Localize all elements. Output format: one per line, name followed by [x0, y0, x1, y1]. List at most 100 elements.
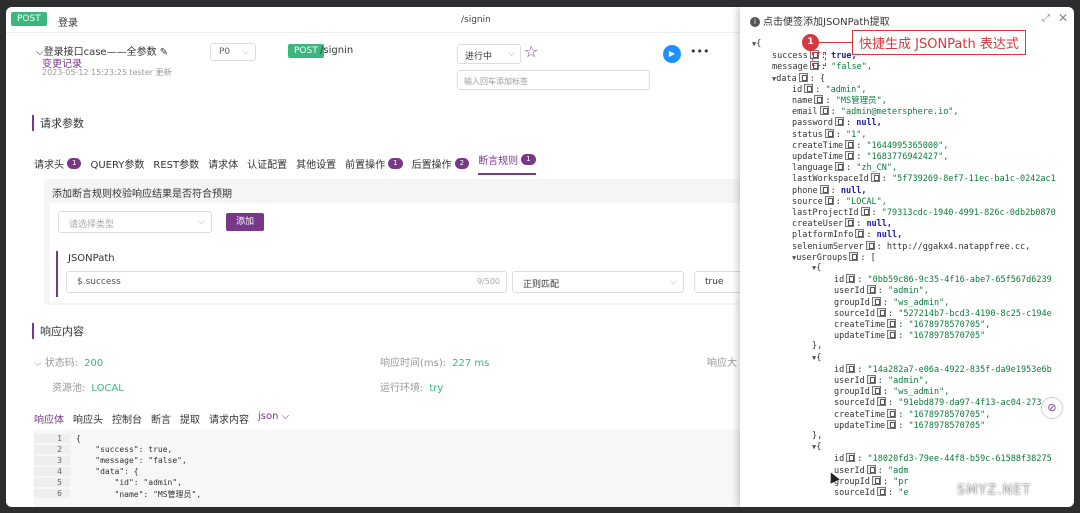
jsonpath-tag-icon[interactable]	[845, 218, 855, 228]
run-button[interactable]: ▶	[663, 45, 681, 63]
tab-query[interactable]: QUERY参数	[90, 152, 144, 175]
jsonpath-tag-icon[interactable]	[824, 195, 834, 205]
tab-title[interactable]: 登录	[58, 14, 78, 29]
tab-body[interactable]: 请求体	[208, 152, 238, 175]
tree-node[interactable]: userId: "adm	[834, 464, 908, 476]
jsonpath-tag-icon[interactable]	[887, 330, 897, 340]
format-select[interactable]: json ⌵	[258, 411, 289, 432]
jsonpath-tag-icon[interactable]	[846, 363, 856, 373]
jsonpath-tag-icon[interactable]	[876, 487, 886, 496]
tree-node[interactable]: sourceId: "e	[834, 487, 908, 498]
jsonpath-tag-icon[interactable]	[887, 408, 897, 418]
jsonpath-input[interactable]: $.success 9/500	[66, 271, 507, 293]
jsonpath-tag-icon[interactable]	[860, 207, 870, 216]
jsonpath-tag-icon[interactable]	[887, 319, 897, 328]
star-icon[interactable]: ☆	[524, 42, 538, 61]
jsonpath-tag-icon[interactable]	[849, 251, 859, 261]
tab-pre[interactable]: 前置操作 1	[345, 152, 403, 175]
jsonpath-tag-icon[interactable]	[871, 386, 881, 396]
tab-console[interactable]: 控制台	[112, 411, 142, 432]
tree-node[interactable]: id: "18020fd3-79ee-44f8-b59c-61588f38275	[834, 453, 1052, 464]
tree-node[interactable]: groupId: "ws_admin",	[834, 296, 949, 308]
tree-node[interactable]: createTime: "1678978570705",	[834, 408, 990, 420]
tree-node[interactable]: sourceId: "91ebd879-da97-4f13-ac04-273	[834, 397, 1042, 408]
edit-icon[interactable]: ✎	[157, 47, 168, 58]
jsonpath-tag-icon[interactable]	[845, 151, 855, 160]
tree-node[interactable]: groupId: "ws_admin",	[834, 386, 949, 397]
tree-node[interactable]: createTime: "1644995365000",	[792, 139, 948, 151]
match-select[interactable]: 正则匹配 ⌵	[512, 271, 684, 293]
tree-node[interactable]: language: "zh_CN",	[792, 162, 897, 173]
tree-node[interactable]: createUser: null,	[792, 218, 892, 229]
response-code-editor[interactable]: 1 {2 "success": true, 3 "message": "false"…	[34, 430, 740, 507]
assertion-type-select[interactable]: 请选择类型 ⌵	[58, 211, 212, 233]
tree-node[interactable]: ▼data: {	[772, 72, 825, 84]
collapse-icon[interactable]: ⌵	[34, 358, 45, 369]
tab-other[interactable]: 其他设置	[296, 152, 336, 175]
tree-node[interactable]: id: "0bb59c86-9c35-4f16-abe7-65f567d6239	[834, 274, 1052, 285]
tree-node[interactable]: groupId: "pr	[834, 475, 908, 487]
method-tag[interactable]: POST	[11, 12, 47, 26]
tree-node[interactable]: id: "admin",	[792, 83, 866, 95]
jsonpath-tag-icon[interactable]	[871, 475, 881, 485]
jsonpath-tag-icon[interactable]	[887, 419, 897, 429]
jsonpath-tag-icon[interactable]	[870, 173, 880, 183]
jsonpath-tag-icon[interactable]	[819, 106, 829, 116]
tree-node[interactable]: password: null,	[792, 117, 882, 128]
jsonpath-tag-icon[interactable]	[855, 229, 865, 239]
tab-response-headers[interactable]: 响应头	[73, 411, 103, 432]
tree-node[interactable]: updateTime: "1678978570705"	[834, 330, 985, 341]
tree-node[interactable]: source: "LOCAL",	[792, 195, 887, 207]
tab-post[interactable]: 后置操作 2	[412, 152, 470, 175]
tab-extract[interactable]: 提取	[180, 411, 200, 432]
more-icon[interactable]: •••	[690, 45, 709, 58]
tab-response-body[interactable]: 响应体	[34, 411, 64, 432]
jsonpath-tag-icon[interactable]	[834, 117, 844, 127]
tree-node[interactable]: name: "MS管理员",	[792, 95, 887, 106]
jsonpath-tag-icon[interactable]	[804, 83, 814, 93]
add-button[interactable]: 添加	[226, 213, 264, 231]
tree-node[interactable]: lastWorkspaceId: "5f739269-8ef7-11ec-ba1…	[792, 173, 1056, 184]
priority-select[interactable]: P0 ⌵	[210, 43, 256, 61]
tree-node[interactable]: status: "1",	[792, 128, 866, 140]
tab-headers[interactable]: 请求头 1	[34, 152, 82, 175]
tree-node[interactable]: userId: "admin",	[834, 375, 929, 386]
tree-node[interactable]: sourceId: "527214b7-bcd3-4190-8c25-c194e	[834, 307, 1052, 319]
tree-node[interactable]: updateTime: "1683776942427",	[792, 151, 948, 162]
tree-node[interactable]: userId: "admin",	[834, 285, 929, 296]
tab-rest[interactable]: REST参数	[153, 152, 199, 175]
jsonpath-tag-icon[interactable]	[834, 162, 844, 172]
tree-node[interactable]: id: "14a282a7-e06a-4922-835f-da9e1953e6b	[834, 363, 1052, 375]
jsonpath-tag-icon[interactable]	[846, 274, 856, 284]
jsonpath-tag-icon[interactable]	[866, 285, 876, 295]
tree-node[interactable]: updateTime: "1678978570705"	[834, 419, 985, 431]
jsonpath-tag-icon[interactable]	[824, 128, 834, 138]
tree-node[interactable]: seleniumServer: http://ggakx4.natappfree…	[792, 240, 1030, 252]
jsonpath-tag-icon[interactable]	[798, 72, 808, 82]
compass-icon[interactable]: ⊘	[1041, 397, 1063, 419]
jsonpath-tag-icon[interactable]	[866, 375, 876, 384]
jsonpath-tag-icon[interactable]	[876, 397, 886, 407]
tab-auth[interactable]: 认证配置	[247, 152, 287, 175]
tab-assert-result[interactable]: 断言	[151, 411, 171, 432]
tag-input[interactable]: 输入回车添加标签	[457, 70, 650, 90]
jsonpath-tag-icon[interactable]	[819, 184, 829, 194]
status-select[interactable]: 进行中 ⌵	[457, 44, 521, 64]
tab-assertions[interactable]: 断言规则 1	[478, 152, 536, 175]
jsonpath-tag-icon[interactable]	[814, 95, 824, 104]
jsonpath-tag-icon[interactable]	[876, 307, 886, 317]
jsonpath-tag-icon[interactable]	[865, 240, 875, 250]
jsonpath-tag-icon[interactable]	[846, 453, 856, 463]
tree-node[interactable]: phone: null,	[792, 184, 866, 196]
tab-request-content[interactable]: 请求内容	[209, 411, 249, 432]
tree-node[interactable]: platformInfo: null,	[792, 229, 902, 240]
jsonpath-tag-icon[interactable]	[845, 139, 855, 149]
jsonpath-tag-icon[interactable]	[866, 464, 876, 474]
tree-node[interactable]: createTime: "1678978570705",	[834, 319, 990, 330]
tree-node[interactable]: ▼userGroups: [	[792, 251, 876, 263]
close-icon[interactable]: ✕	[1058, 11, 1068, 25]
expand-icon[interactable]: ⤢	[1042, 13, 1050, 24]
tree-node[interactable]: lastProjectId: "79313cdc-1940-4991-826c-…	[792, 207, 1056, 218]
jsonpath-tag-icon[interactable]	[871, 296, 881, 306]
tree-node[interactable]: email: "admin@metersphere.io",	[792, 106, 959, 117]
